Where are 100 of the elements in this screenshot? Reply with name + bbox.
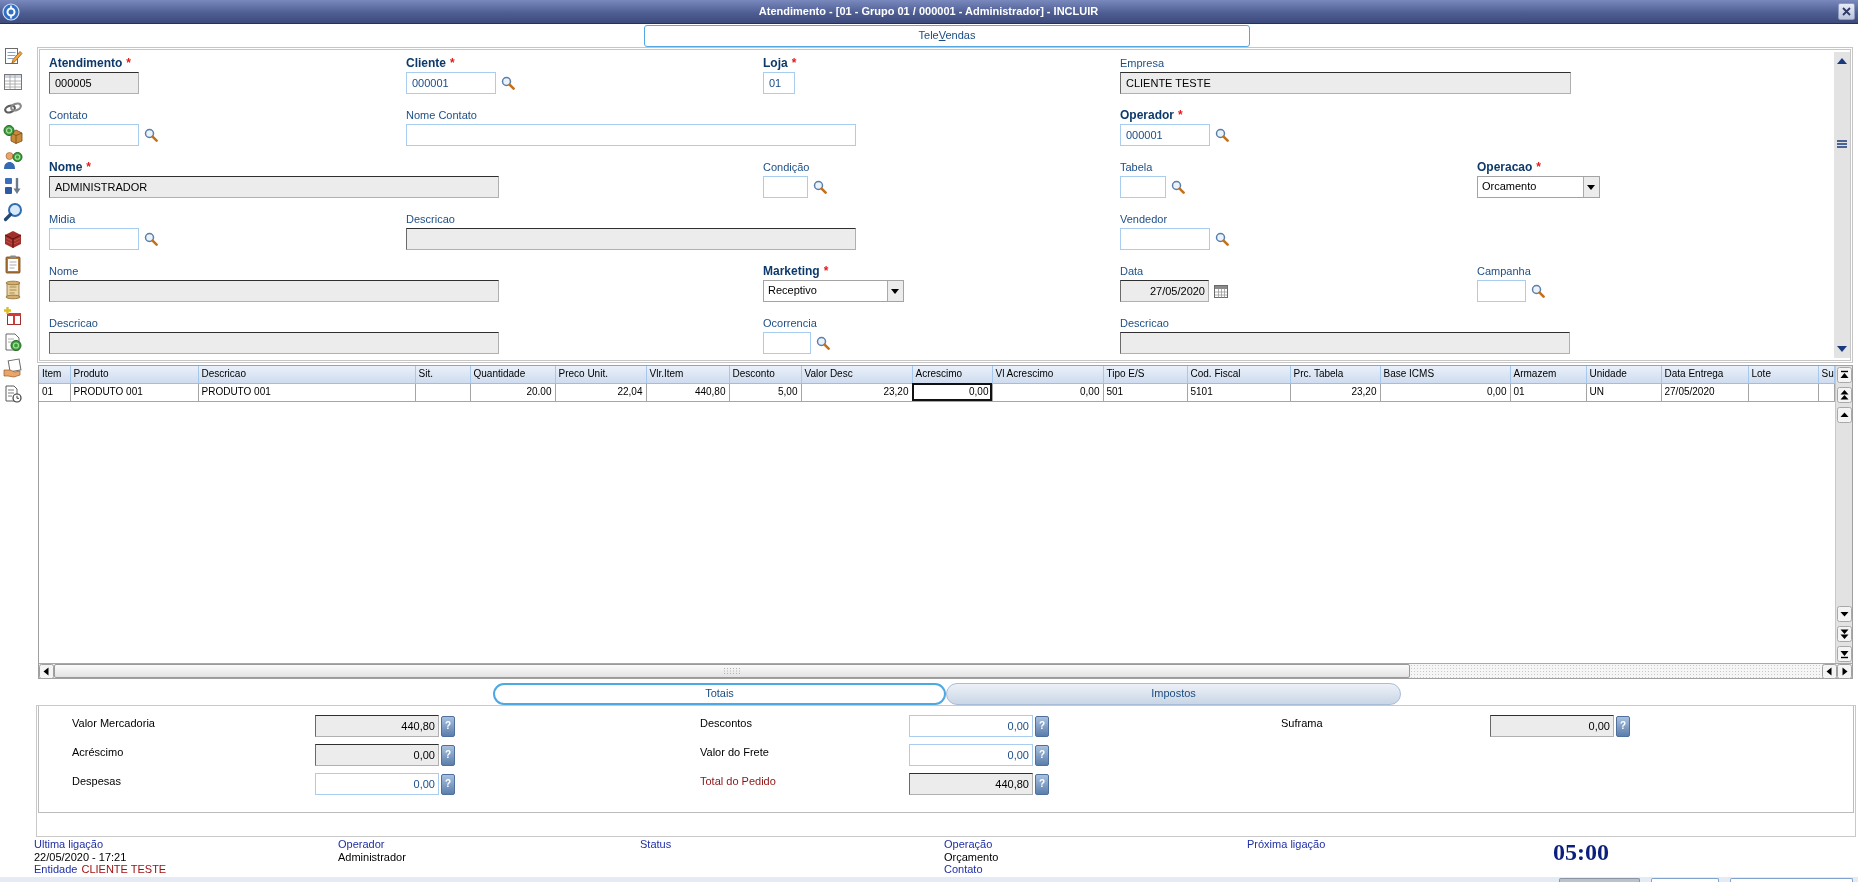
dropdown[interactable]: Orcamento [1477,176,1600,198]
search-icon[interactable] [1171,180,1185,194]
search-icon[interactable] [3,202,23,222]
scroll-bottom-icon[interactable] [1837,646,1852,662]
input-field[interactable]: ADMINISTRADOR [49,176,499,198]
column-header[interactable]: Descricao [198,366,415,383]
column-header[interactable]: Base ICMS [1380,366,1510,383]
tab[interactable]: TeleVendas [644,25,1250,47]
input-field[interactable] [49,280,499,302]
hand-document-icon[interactable] [3,358,23,378]
page-up-icon[interactable] [1837,387,1852,403]
input-field[interactable] [406,228,856,250]
dropdown[interactable]: Receptivo [763,280,904,302]
search-icon[interactable] [501,76,515,90]
column-header[interactable]: Vl Acrescimo [992,366,1103,383]
input-field[interactable]: 440,80 [315,715,439,737]
search-icon[interactable] [1531,284,1545,298]
column-header[interactable]: Produto [70,366,198,383]
column-header[interactable]: Cod. Fiscal [1187,366,1290,383]
field-label: Acréscimo [72,746,124,759]
column-header[interactable]: Preco Unit. [555,366,646,383]
status-value: CLIENTE TESTE [81,863,167,876]
tab[interactable]: Totais [493,683,946,705]
column-header[interactable]: Data Entrega [1661,366,1748,383]
scroll-down-icon[interactable] [1836,345,1848,353]
column-header[interactable]: Quantidade [470,366,555,383]
column-header[interactable]: Tipo E/S [1103,366,1187,383]
scroll-thumb[interactable] [54,664,1410,678]
document-clock-icon[interactable] [3,384,23,404]
column-header[interactable]: Valor Desc [801,366,912,383]
search-icon[interactable] [1215,128,1229,142]
clipboard-icon[interactable] [3,254,23,274]
input-field[interactable] [1120,332,1570,354]
document-coin-icon[interactable] [3,332,23,352]
column-header[interactable]: Item [39,366,70,383]
scrollbar[interactable] [1835,366,1852,663]
timer-text: 05:00 [1553,840,1609,864]
input-field[interactable]: 000001 [1120,124,1210,146]
field-label: Condição [763,161,810,174]
scroll-up-icon[interactable] [1836,57,1848,65]
input-field[interactable]: 0,00 [909,715,1033,737]
field-label: Vendedor [1120,213,1168,226]
window-title: Atendimento - [01 - Grupo 01 / 000001 - Administrador] - INCLUIR [758,4,1099,19]
search-icon[interactable] [816,336,830,350]
sort-down-icon[interactable] [3,176,23,196]
input-field[interactable]: 27/05/2020 [1120,280,1209,302]
scroll-up-icon[interactable] [1837,407,1852,423]
gift-plus-icon[interactable] [3,306,23,326]
notepad-pencil-icon[interactable] [3,46,23,66]
footer-button[interactable] [1730,878,1853,882]
input-field[interactable]: 440,80 [909,773,1033,795]
input-field[interactable] [49,332,499,354]
input-field[interactable]: 0,00 [909,744,1033,766]
field-label: Nome [49,161,83,174]
scroll-top-icon[interactable] [1837,367,1852,383]
coin-box-icon[interactable] [3,124,23,144]
search-icon[interactable] [144,128,158,142]
scroll-left-icon[interactable] [39,663,54,679]
column-header[interactable]: Unidade [1586,366,1661,383]
status-label: Contato [944,863,983,876]
scroll-icon[interactable] [3,280,23,300]
scroll-down-icon[interactable] [1837,606,1852,622]
table-cell: PRODUTO 001 [70,383,198,401]
scroll-right-icon[interactable] [1837,663,1852,679]
tab[interactable]: Impostos [946,683,1401,705]
scroll-left-icon[interactable] [1822,663,1837,679]
table-cell: 0,00 [1380,383,1510,401]
table-cell: 0,00 [912,383,992,401]
column-header[interactable]: Desconto [729,366,801,383]
column-header[interactable]: Vlr.Item [646,366,729,383]
grip-icon[interactable] [1837,140,1847,148]
input-field[interactable]: CLIENTE TESTE [1120,72,1571,94]
input-field[interactable]: 01 [763,72,795,94]
person-coin-icon[interactable] [3,150,23,170]
table-cell: 5,00 [729,383,801,401]
field-label: Midia [49,213,76,226]
column-header[interactable]: Acrescimo [912,366,992,383]
field-label: Valor Mercadoria [72,717,155,730]
table-cell: 27/05/2020 [1661,383,1748,401]
close-button[interactable] [1838,3,1855,20]
input-field[interactable]: 0,00 [315,773,439,795]
input-field[interactable]: 000005 [49,72,139,94]
column-header[interactable]: Sit. [415,366,470,383]
footer-button[interactable] [1651,878,1719,882]
crate-icon[interactable] [3,228,23,248]
scrollbar[interactable] [1834,52,1850,358]
column-header[interactable]: Prc. Tabela [1290,366,1380,383]
input-field[interactable]: 0,00 [315,744,439,766]
search-icon[interactable] [144,232,158,246]
input-field[interactable]: 000001 [406,72,496,94]
input-field[interactable]: 0,00 [1490,715,1614,737]
calendar-icon[interactable] [1214,284,1228,298]
status-label: Operação [944,838,993,850]
close-icon [1841,6,1852,17]
page-down-icon[interactable] [1837,626,1852,642]
column-header[interactable]: Lote [1748,366,1818,383]
search-icon[interactable] [813,180,827,194]
search-icon[interactable] [1215,232,1229,246]
column-header[interactable]: Armazem [1510,366,1586,383]
spreadsheet-icon[interactable] [3,72,23,92]
